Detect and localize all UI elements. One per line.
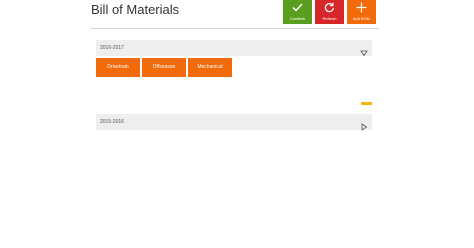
header-divider	[91, 28, 379, 29]
category-offseason-button[interactable]: Offseason	[142, 58, 186, 77]
page-header: Bill of Materials Conflicts Refresh Add …	[0, 0, 474, 28]
chevron-right-icon	[360, 118, 368, 131]
season-2016-2017-header[interactable]: 2016-2017	[96, 40, 372, 57]
season-2015-2016-header[interactable]: 2015-2016	[96, 114, 372, 131]
conflicts-button[interactable]: Conflicts	[283, 0, 312, 24]
chevron-down-icon	[360, 44, 368, 57]
category-mechanical-button[interactable]: Mechanical	[188, 58, 232, 77]
refresh-button[interactable]: Refresh	[315, 0, 344, 24]
add-bom-button[interactable]: Add BOM	[347, 0, 376, 24]
refresh-button-label: Refresh	[322, 16, 337, 21]
conflicts-button-label: Conflicts	[289, 16, 306, 21]
loading-indicator	[361, 102, 372, 105]
check-icon	[283, 1, 312, 14]
bill-of-materials-page: Bill of Materials Conflicts Refresh Add …	[0, 0, 474, 248]
page-title: Bill of Materials	[91, 2, 180, 17]
season-label: 2015-2016	[100, 119, 124, 125]
add-bom-button-label: Add BOM	[352, 16, 371, 21]
category-drivetrain-button[interactable]: Drivetrain	[96, 58, 140, 77]
season-label: 2016-2017	[100, 45, 124, 51]
plus-icon	[347, 1, 376, 14]
refresh-icon	[315, 1, 344, 14]
